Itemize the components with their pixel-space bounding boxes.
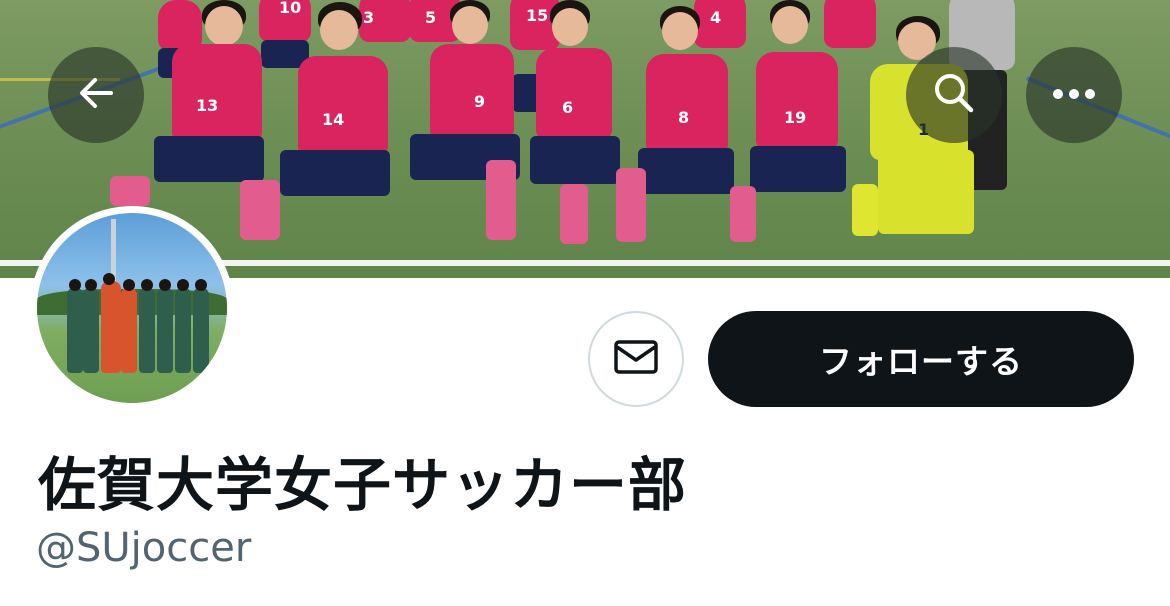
back-button[interactable] (48, 47, 144, 143)
profile-display-name: 佐賀大学女子サッカー部 (38, 451, 688, 519)
search-icon (931, 70, 977, 120)
arrow-left-icon (75, 72, 117, 118)
more-horizontal-icon (1051, 86, 1097, 105)
team-player: 6 (530, 0, 630, 250)
team-player: 19 (730, 0, 850, 260)
follow-button-label: フォローする (819, 342, 1023, 381)
message-button[interactable] (588, 311, 684, 407)
search-button[interactable] (906, 47, 1002, 143)
profile-handle: @SUjoccer (36, 525, 252, 571)
avatar-image (37, 213, 227, 403)
more-options-button[interactable] (1026, 47, 1122, 143)
follow-button[interactable]: フォローする (708, 311, 1134, 407)
team-player: 8 (616, 0, 740, 260)
envelope-icon (613, 339, 659, 379)
team-player: 9 (410, 0, 530, 260)
profile-avatar[interactable] (30, 206, 234, 410)
team-player: 14 (240, 0, 400, 260)
